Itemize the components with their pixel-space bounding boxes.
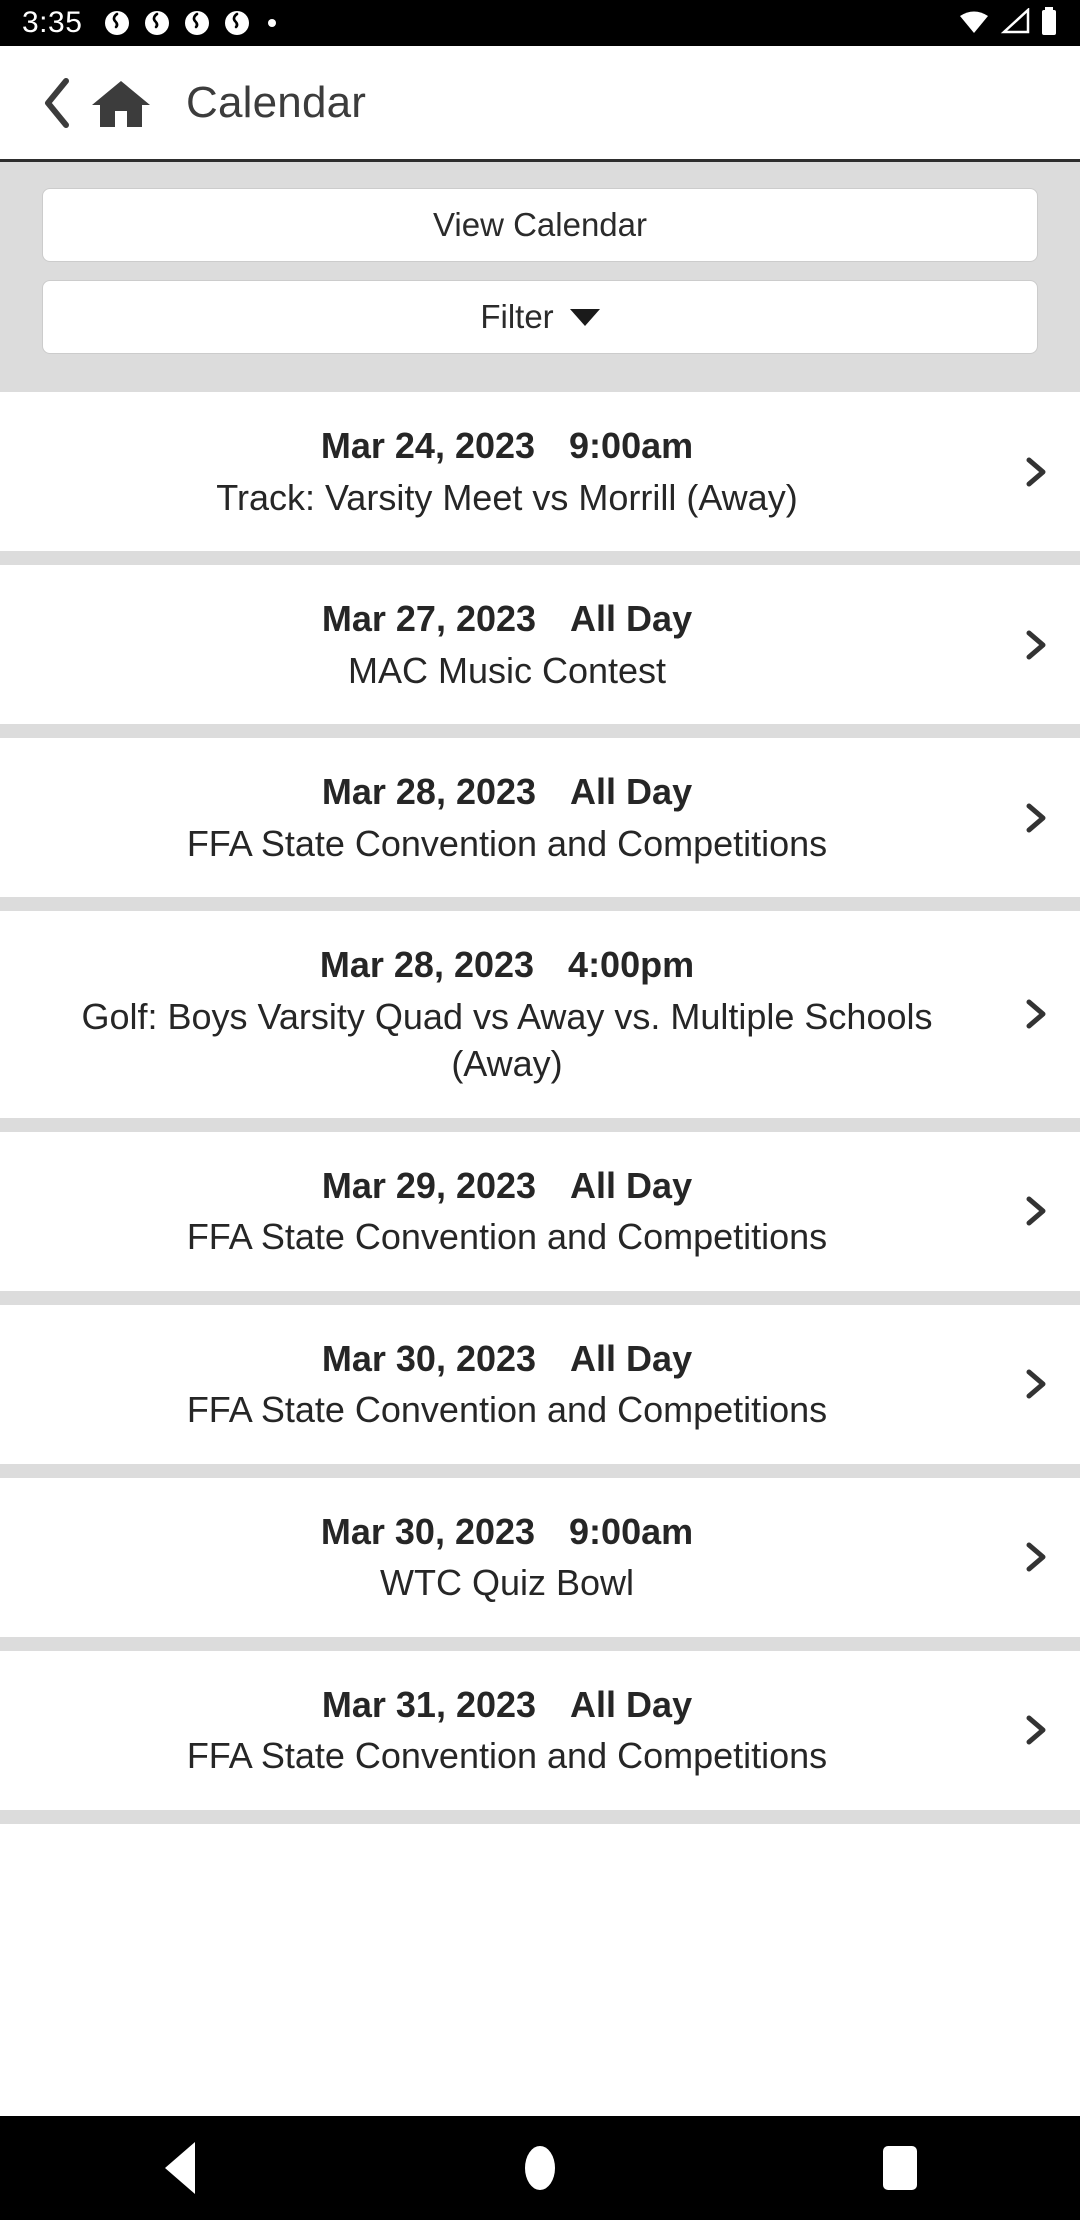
status-bar: 3:35 (0, 0, 1080, 46)
event-datetime: Mar 30, 2023 All Day (322, 1335, 692, 1383)
cellular-signal-icon (1000, 6, 1030, 39)
list-separator (0, 378, 1080, 392)
event-list-item[interactable]: Mar 28, 2023 All Day FFA State Convention… (0, 738, 1080, 898)
battery-icon (1040, 6, 1058, 40)
home-icon[interactable] (84, 73, 158, 133)
calendar-toolbar: View Calendar Filter (0, 162, 1080, 378)
event-title: FFA State Convention and Competitions (186, 822, 828, 864)
list-separator (0, 724, 1080, 739)
event-list-item[interactable]: Mar 28, 2023 4:00pm Golf: Boys Varsity Qu… (0, 911, 1080, 1118)
event-list-item[interactable]: Mar 31, 2023 All Day FFA State Convention… (0, 1650, 1080, 1810)
filter-label: Filter (480, 298, 554, 335)
event-time: All Day (570, 771, 693, 813)
event-datetime: Mar 29, 2023 All Day (322, 1162, 692, 1210)
event-title: WTC Quiz Bowl (379, 1562, 635, 1604)
calendar-screen: 3:35 Calendar View Calendar Filter Mar 2… (0, 0, 1080, 2220)
event-datetime: Mar 24, 2023 9:00am (321, 422, 693, 470)
event-title: FFA State Convention and Competitions (186, 1735, 828, 1777)
event-datetime: Mar 31, 2023 All Day (322, 1681, 692, 1729)
event-title: MAC Music Contest (347, 649, 667, 691)
list-separator (0, 551, 1080, 566)
list-separator (0, 1636, 1080, 1651)
nav-recents-square-icon[interactable] (840, 2116, 960, 2220)
event-date: Mar 24, 2023 (320, 425, 536, 466)
event-list[interactable]: Mar 24, 2023 9:00am Track: Varsity Meet v… (0, 378, 1080, 1824)
list-separator (0, 1290, 1080, 1305)
event-list-item[interactable]: Mar 27, 2023 All Day MAC Music Contest (0, 565, 1080, 725)
event-datetime: Mar 28, 2023 All Day (322, 768, 692, 816)
event-list-item[interactable]: Mar 24, 2023 9:00am Track: Varsity Meet v… (0, 392, 1080, 552)
caret-down-icon (569, 308, 600, 326)
event-date: Mar 31, 2023 (321, 1683, 537, 1725)
list-separator (0, 897, 1080, 912)
event-time: 4:00pm (568, 944, 695, 986)
chevron-left-icon[interactable] (34, 75, 80, 131)
chevron-right-icon[interactable] (1018, 801, 1052, 835)
event-list-item[interactable]: Mar 30, 2023 9:00am WTC Quiz Bowl (0, 1477, 1080, 1637)
chevron-right-icon[interactable] (1018, 1194, 1052, 1228)
status-bar-system-icons (958, 6, 1058, 40)
event-date: Mar 30, 2023 (320, 1510, 536, 1552)
app-swirl-icon (184, 10, 210, 36)
chevron-right-icon[interactable] (1018, 1540, 1052, 1574)
chevron-right-icon[interactable] (1018, 997, 1052, 1031)
list-separator (0, 1117, 1080, 1132)
dot-icon (268, 19, 277, 27)
list-separator (0, 1463, 1080, 1478)
event-title: FFA State Convention and Competitions (186, 1216, 828, 1258)
event-title: Golf: Boys Varsity Quad vs Away vs. Mult… (81, 995, 933, 1085)
event-date: Mar 27, 2023 (321, 598, 537, 640)
nav-back-triangle-icon[interactable] (120, 2116, 240, 2220)
event-list-item[interactable]: Mar 29, 2023 All Day FFA State Convention… (0, 1131, 1080, 1291)
app-swirl-icon (224, 10, 250, 36)
wifi-icon (958, 8, 990, 39)
event-list-item[interactable]: Mar 30, 2023 All Day FFA State Convention… (0, 1304, 1080, 1464)
event-date: Mar 29, 2023 (321, 1164, 537, 1206)
event-title: Track: Varsity Meet vs Morrill (Away) (216, 476, 798, 518)
event-datetime: Mar 30, 2023 9:00am (321, 1508, 693, 1556)
chevron-right-icon[interactable] (1018, 455, 1052, 489)
view-calendar-button[interactable]: View Calendar (42, 188, 1038, 262)
view-calendar-label: View Calendar (432, 206, 648, 243)
status-bar-clock: 3:35 (22, 6, 83, 39)
app-swirl-icon (104, 10, 130, 36)
event-date: Mar 30, 2023 (321, 1337, 537, 1379)
event-time: All Day (570, 1683, 693, 1725)
event-title: FFA State Convention and Competitions (186, 1389, 828, 1431)
status-bar-notification-icons (104, 10, 277, 36)
event-time: All Day (570, 1337, 693, 1379)
android-navigation-bar (0, 2116, 1080, 2220)
event-datetime: Mar 28, 2023 4:00pm (320, 941, 694, 989)
page-title: Calendar (186, 77, 367, 127)
event-date: Mar 28, 2023 (321, 771, 537, 813)
list-separator (0, 1809, 1080, 1824)
app-header: Calendar (0, 46, 1080, 162)
event-time: 9:00am (569, 1510, 694, 1552)
event-time: All Day (570, 598, 693, 640)
event-date: Mar 28, 2023 (319, 944, 535, 986)
event-time: 9:00am (569, 425, 694, 466)
chevron-right-icon[interactable] (1018, 1713, 1052, 1747)
filter-button[interactable]: Filter (42, 280, 1038, 354)
chevron-right-icon[interactable] (1018, 1367, 1052, 1401)
event-datetime: Mar 27, 2023 All Day (322, 595, 692, 643)
event-time: All Day (570, 1164, 693, 1206)
nav-home-circle-icon[interactable] (480, 2116, 600, 2220)
app-swirl-icon (144, 10, 170, 36)
chevron-right-icon[interactable] (1018, 628, 1052, 662)
